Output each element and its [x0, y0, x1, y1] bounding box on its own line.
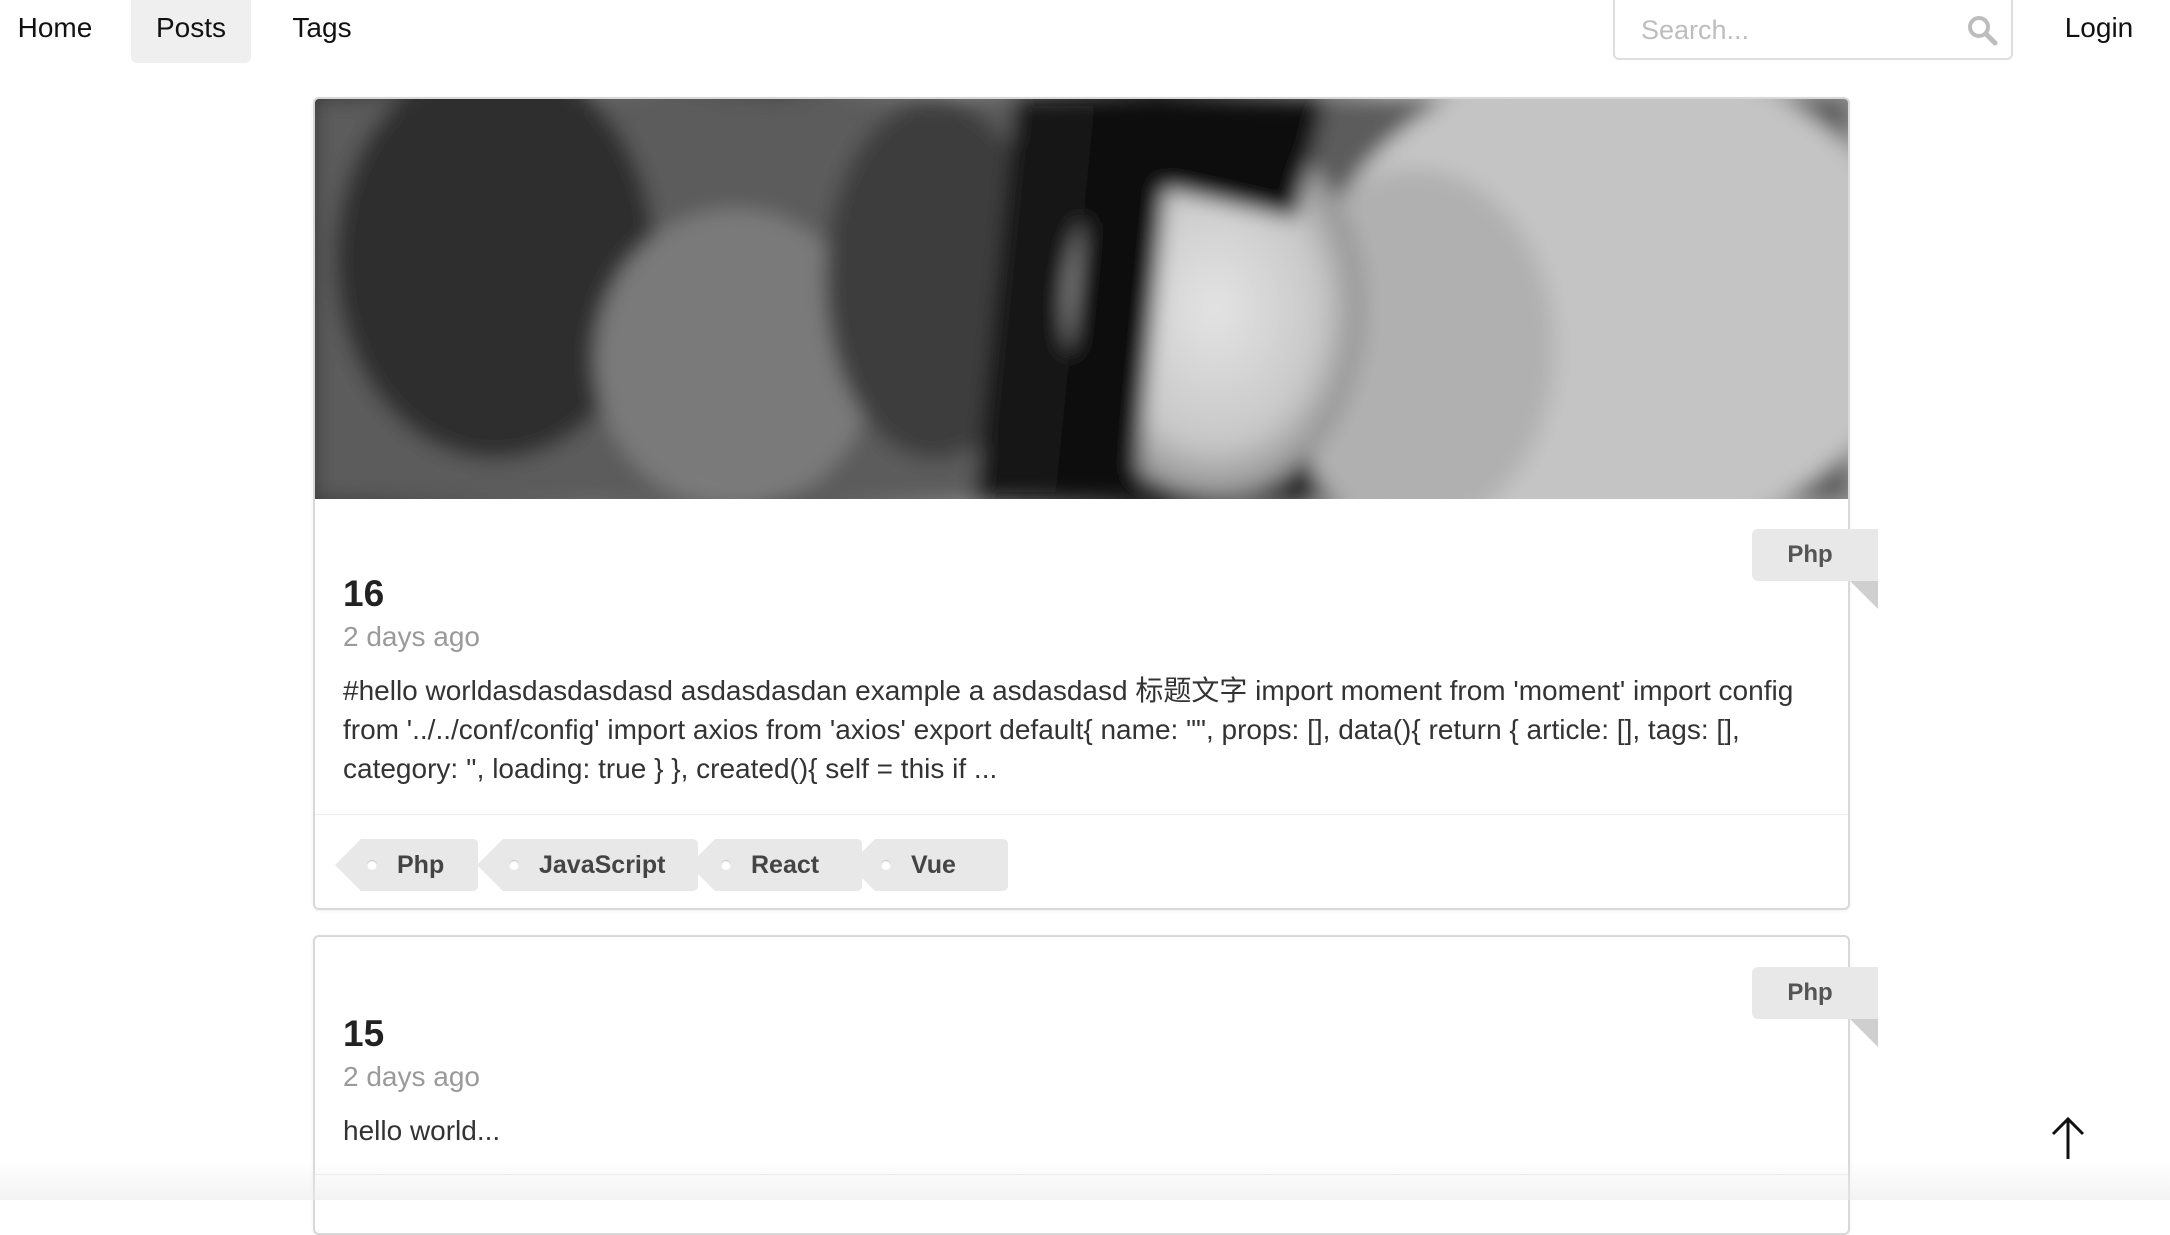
tag-hole-icon: [721, 860, 731, 870]
tag-label: React: [751, 851, 820, 879]
post-card[interactable]: Php 16 2 days ago #hello worldasdasdasda…: [313, 97, 1878, 910]
arrow-up-icon[interactable]: [2048, 1115, 2088, 1161]
tag-javascript[interactable]: JavaScript: [477, 839, 698, 891]
ribbon-fold: [1850, 581, 1878, 609]
search-box: [1613, 0, 2013, 60]
category-badge[interactable]: Php: [1752, 967, 1878, 1019]
divider: [315, 814, 1848, 815]
tag-label: Vue: [911, 851, 956, 879]
tag-hole-icon: [509, 860, 519, 870]
tag-hole-icon: [367, 860, 377, 870]
tag-label: Php: [397, 851, 445, 879]
nav-home[interactable]: Home: [0, 0, 110, 63]
nav-login[interactable]: Login: [2044, 0, 2154, 63]
category-badge[interactable]: Php: [1752, 529, 1878, 581]
post-excerpt: hello world...: [343, 1115, 501, 1146]
divider: [315, 1174, 1848, 1175]
nav-tags[interactable]: Tags: [272, 0, 372, 63]
tag-vue[interactable]: Vue: [849, 839, 1008, 891]
cover-photo: [315, 99, 1848, 499]
tag-react[interactable]: React: [689, 839, 862, 891]
nav-posts[interactable]: Posts: [131, 0, 251, 63]
post-card[interactable]: Php 15 2 days ago hello world...: [313, 935, 1878, 1235]
tag-hole-icon: [881, 860, 891, 870]
tag-php[interactable]: Php: [335, 839, 478, 891]
top-nav: Home Posts Tags Login: [0, 0, 2170, 64]
tag-label: JavaScript: [539, 851, 666, 879]
post-excerpt: #hello worldasdasdasdasd asdasdasdan exa…: [343, 675, 1794, 784]
post-title[interactable]: 15: [343, 1013, 384, 1055]
post-date: 2 days ago: [343, 621, 480, 652]
ribbon-fold: [1850, 1019, 1878, 1047]
post-title[interactable]: 16: [343, 573, 384, 615]
search-icon[interactable]: [1965, 13, 1999, 47]
post-cover-image[interactable]: [315, 99, 1848, 499]
search-input[interactable]: [1625, 4, 1963, 56]
post-date: 2 days ago: [343, 1061, 480, 1092]
